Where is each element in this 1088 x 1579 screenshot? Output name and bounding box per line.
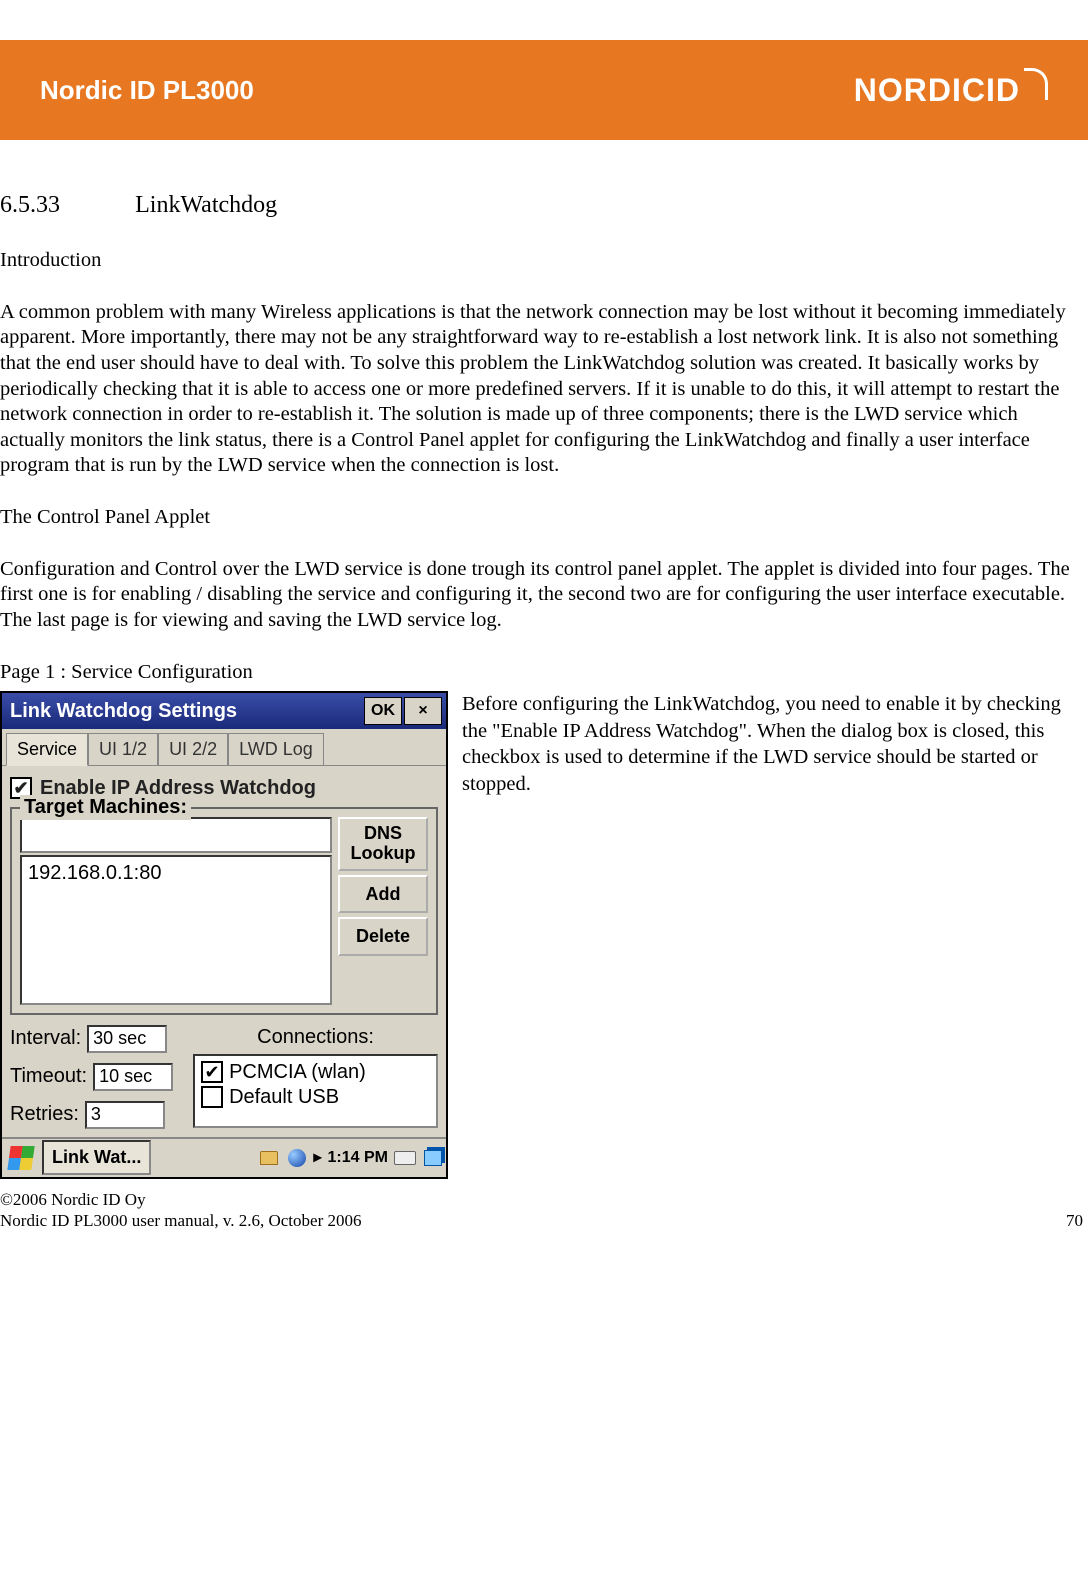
tray-keyboard-icon[interactable]: [394, 1147, 416, 1169]
system-tray: ▸ 1:14 PM: [258, 1147, 445, 1169]
conn-usb-label: Default USB: [229, 1085, 339, 1110]
tab-ui1[interactable]: UI 1/2: [88, 733, 158, 765]
applet-heading: The Control Panel Applet: [0, 505, 1083, 531]
footer-docline: Nordic ID PL3000 user manual, v. 2.6, Oc…: [0, 1210, 362, 1231]
conn-pcmcia-label: PCMCIA (wlan): [229, 1060, 366, 1085]
brand-logo: NORDICID: [854, 70, 1048, 110]
tab-lwdlog[interactable]: LWD Log: [228, 733, 324, 765]
applet-body: Configuration and Control over the LWD s…: [0, 557, 1083, 634]
windows-flag-icon: [7, 1146, 34, 1170]
tray-desktop-icon[interactable]: [422, 1147, 444, 1169]
dialog-title: Link Watchdog Settings: [10, 699, 362, 724]
connections-label: Connections:: [193, 1025, 438, 1050]
page-footer: ©2006 Nordic ID Oy Nordic ID PL3000 user…: [0, 1189, 1083, 1232]
conn-usb-checkbox[interactable]: [201, 1086, 223, 1108]
section-heading: 6.5.33 LinkWatchdog: [0, 190, 1083, 220]
target-machines-legend: Target Machines:: [20, 795, 191, 820]
target-machines-fieldset: Target Machines: 192.168.0.1:80 DNS Look…: [10, 807, 438, 1015]
timeout-label: Timeout:: [10, 1064, 87, 1089]
close-button[interactable]: ×: [404, 697, 442, 725]
tray-network-icon[interactable]: [286, 1147, 308, 1169]
list-item[interactable]: 192.168.0.1:80: [28, 861, 324, 886]
add-button[interactable]: Add: [338, 875, 428, 914]
tray-separator-icon: ▸: [314, 1148, 322, 1168]
document-header: Nordic ID PL3000 NORDICID: [0, 40, 1088, 140]
service-panel: ✔ Enable IP Address Watchdog Target Mach…: [2, 766, 446, 1137]
section-number: 6.5.33: [0, 190, 130, 220]
page1-heading: Page 1 : Service Configuration: [0, 660, 1083, 686]
connections-listbox[interactable]: ✔ PCMCIA (wlan) Default USB: [193, 1054, 438, 1128]
interval-label: Interval:: [10, 1026, 81, 1051]
conn-pcmcia-checkbox[interactable]: ✔: [201, 1061, 223, 1083]
tab-service[interactable]: Service: [6, 733, 88, 766]
tab-ui2[interactable]: UI 2/2: [158, 733, 228, 765]
intro-body: A common problem with many Wireless appl…: [0, 300, 1083, 479]
retries-input[interactable]: [85, 1101, 165, 1129]
brand-text: NORDICID: [854, 70, 1020, 110]
linkwatchdog-dialog: Link Watchdog Settings OK × Service UI 1…: [0, 691, 448, 1179]
dialog-titlebar[interactable]: Link Watchdog Settings OK ×: [2, 693, 446, 729]
target-listbox[interactable]: 192.168.0.1:80: [20, 855, 332, 1005]
figure-caption: Before configuring the LinkWatchdog, you…: [462, 691, 1083, 798]
tab-strip: Service UI 1/2 UI 2/2 LWD Log: [2, 729, 446, 766]
section-title: LinkWatchdog: [135, 192, 277, 218]
intro-heading: Introduction: [0, 248, 1083, 274]
start-button[interactable]: [4, 1142, 38, 1174]
footer-page-number: 70: [1066, 1210, 1083, 1231]
dns-lookup-button[interactable]: DNS Lookup: [338, 817, 428, 871]
delete-button[interactable]: Delete: [338, 917, 428, 956]
ok-button[interactable]: OK: [364, 697, 402, 725]
footer-copyright: ©2006 Nordic ID Oy: [0, 1189, 1083, 1210]
tray-clock[interactable]: 1:14 PM: [328, 1148, 388, 1168]
product-name: Nordic ID PL3000: [40, 74, 254, 107]
retries-label: Retries:: [10, 1102, 79, 1127]
interval-input[interactable]: [87, 1025, 167, 1053]
brand-swoosh-icon: [1024, 68, 1048, 100]
taskbar-app-button[interactable]: Link Wat...: [42, 1140, 151, 1175]
taskbar: Link Wat... ▸ 1:14 PM: [2, 1137, 446, 1177]
host-input[interactable]: [20, 817, 332, 853]
timeout-input[interactable]: [93, 1063, 173, 1091]
tray-folder-icon[interactable]: [258, 1147, 280, 1169]
